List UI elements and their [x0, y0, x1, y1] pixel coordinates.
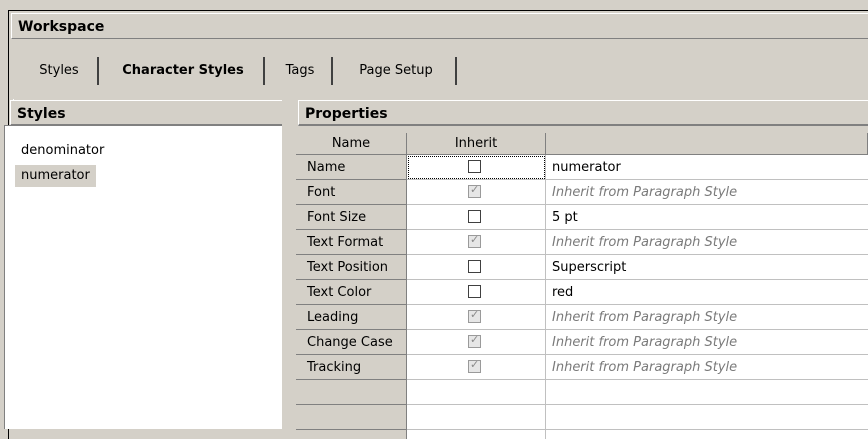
inherit-cell[interactable] [407, 180, 546, 205]
property-row[interactable]: Text Format Inherit from Paragraph Style [296, 230, 868, 255]
property-name: Leading [296, 305, 407, 330]
property-row[interactable]: Text Color red [296, 280, 868, 305]
properties-grid: Name Inherit Name numerator Font Inherit fr… [296, 133, 868, 439]
inherit-checkbox[interactable] [468, 210, 481, 223]
inherit-checkbox[interactable] [468, 333, 481, 348]
property-name [296, 380, 407, 405]
tab-bar: Styles Character Styles Tags Page Setup [11, 43, 868, 125]
column-header-inherit[interactable]: Inherit [407, 133, 546, 155]
property-value[interactable]: 5 pt [546, 205, 868, 230]
inherit-cell [407, 405, 546, 430]
property-value[interactable]: red [546, 280, 868, 305]
property-name: Text Color [296, 280, 407, 305]
inherit-cell[interactable] [407, 255, 546, 280]
pane-splitter[interactable] [282, 90, 290, 439]
property-value[interactable]: Superscript [546, 255, 868, 280]
inherit-checkbox[interactable] [468, 308, 481, 323]
property-name: Name [296, 155, 407, 180]
inherit-cell[interactable] [407, 230, 546, 255]
style-item-numerator[interactable]: numerator [15, 165, 96, 187]
property-value [546, 430, 868, 439]
inherit-cell[interactable] [407, 205, 546, 230]
inherit-checkbox[interactable] [468, 233, 481, 248]
property-value [546, 405, 868, 430]
inherit-checkbox[interactable] [468, 285, 481, 298]
property-name [296, 405, 407, 430]
tab-styles[interactable]: Styles [21, 57, 99, 85]
property-row[interactable]: Change Case Inherit from Paragraph Style [296, 330, 868, 355]
styles-pane-title: Styles [10, 100, 286, 126]
inherit-cell[interactable] [407, 305, 546, 330]
inherit-checkbox[interactable] [468, 358, 481, 373]
style-item-denominator[interactable]: denominator [15, 140, 110, 162]
property-name: Change Case [296, 330, 407, 355]
empty-row [296, 430, 868, 439]
property-name: Font [296, 180, 407, 205]
property-value [546, 380, 868, 405]
property-value[interactable]: Inherit from Paragraph Style [546, 330, 868, 355]
inherit-cell[interactable] [407, 330, 546, 355]
inherit-checkbox[interactable] [468, 260, 481, 273]
property-row[interactable]: Text Position Superscript [296, 255, 868, 280]
styles-list: denominator numerator [4, 125, 282, 429]
column-header-name[interactable]: Name [296, 133, 407, 155]
property-name: Font Size [296, 205, 407, 230]
inherit-cell[interactable] [407, 280, 546, 305]
property-name [296, 430, 407, 439]
property-value[interactable]: Inherit from Paragraph Style [546, 305, 868, 330]
property-value[interactable]: Inherit from Paragraph Style [546, 355, 868, 380]
property-value[interactable]: Inherit from Paragraph Style [546, 230, 868, 255]
property-name: Text Format [296, 230, 407, 255]
property-row[interactable]: Leading Inherit from Paragraph Style [296, 305, 868, 330]
property-value[interactable]: Inherit from Paragraph Style [546, 180, 868, 205]
tab-page-setup[interactable]: Page Setup [337, 57, 457, 85]
properties-pane-title: Properties [298, 100, 868, 126]
tab-tags[interactable]: Tags [269, 57, 333, 85]
inherit-cell[interactable] [407, 155, 546, 180]
inherit-cell [407, 380, 546, 405]
inherit-cell[interactable] [407, 355, 546, 380]
workspace-title: Workspace [11, 13, 868, 39]
property-value[interactable]: numerator [546, 155, 868, 180]
property-name: Text Position [296, 255, 407, 280]
property-name: Tracking [296, 355, 407, 380]
property-row[interactable]: Font Size 5 pt [296, 205, 868, 230]
inherit-checkbox[interactable] [468, 183, 481, 198]
inherit-cell [407, 430, 546, 439]
column-header-value[interactable] [546, 133, 868, 155]
property-row[interactable]: Font Inherit from Paragraph Style [296, 180, 868, 205]
empty-row [296, 405, 868, 430]
tab-character-styles[interactable]: Character Styles [103, 57, 265, 85]
property-row[interactable]: Tracking Inherit from Paragraph Style [296, 355, 868, 380]
property-row[interactable]: Name numerator [296, 155, 868, 180]
empty-row [296, 380, 868, 405]
inherit-checkbox[interactable] [468, 160, 481, 173]
